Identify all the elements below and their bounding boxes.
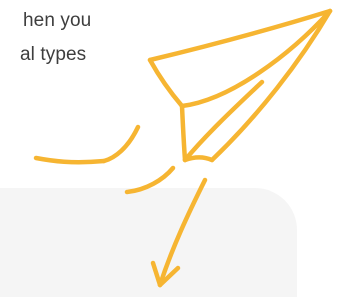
motion-line-1: [101, 124, 141, 164]
plane-center-fold: [179, 8, 333, 109]
paper-plane-icon: [33, 8, 333, 288]
page: hen you al types: [0, 0, 339, 297]
plane-keel: [179, 103, 188, 163]
arrow-line: [157, 177, 208, 288]
arrow-head-left: [150, 260, 163, 288]
motion-line-2: [33, 155, 107, 165]
plane-keel-fold: [209, 8, 333, 163]
plane-wing-bottom: [147, 57, 185, 109]
motion-line-3: [124, 165, 176, 195]
